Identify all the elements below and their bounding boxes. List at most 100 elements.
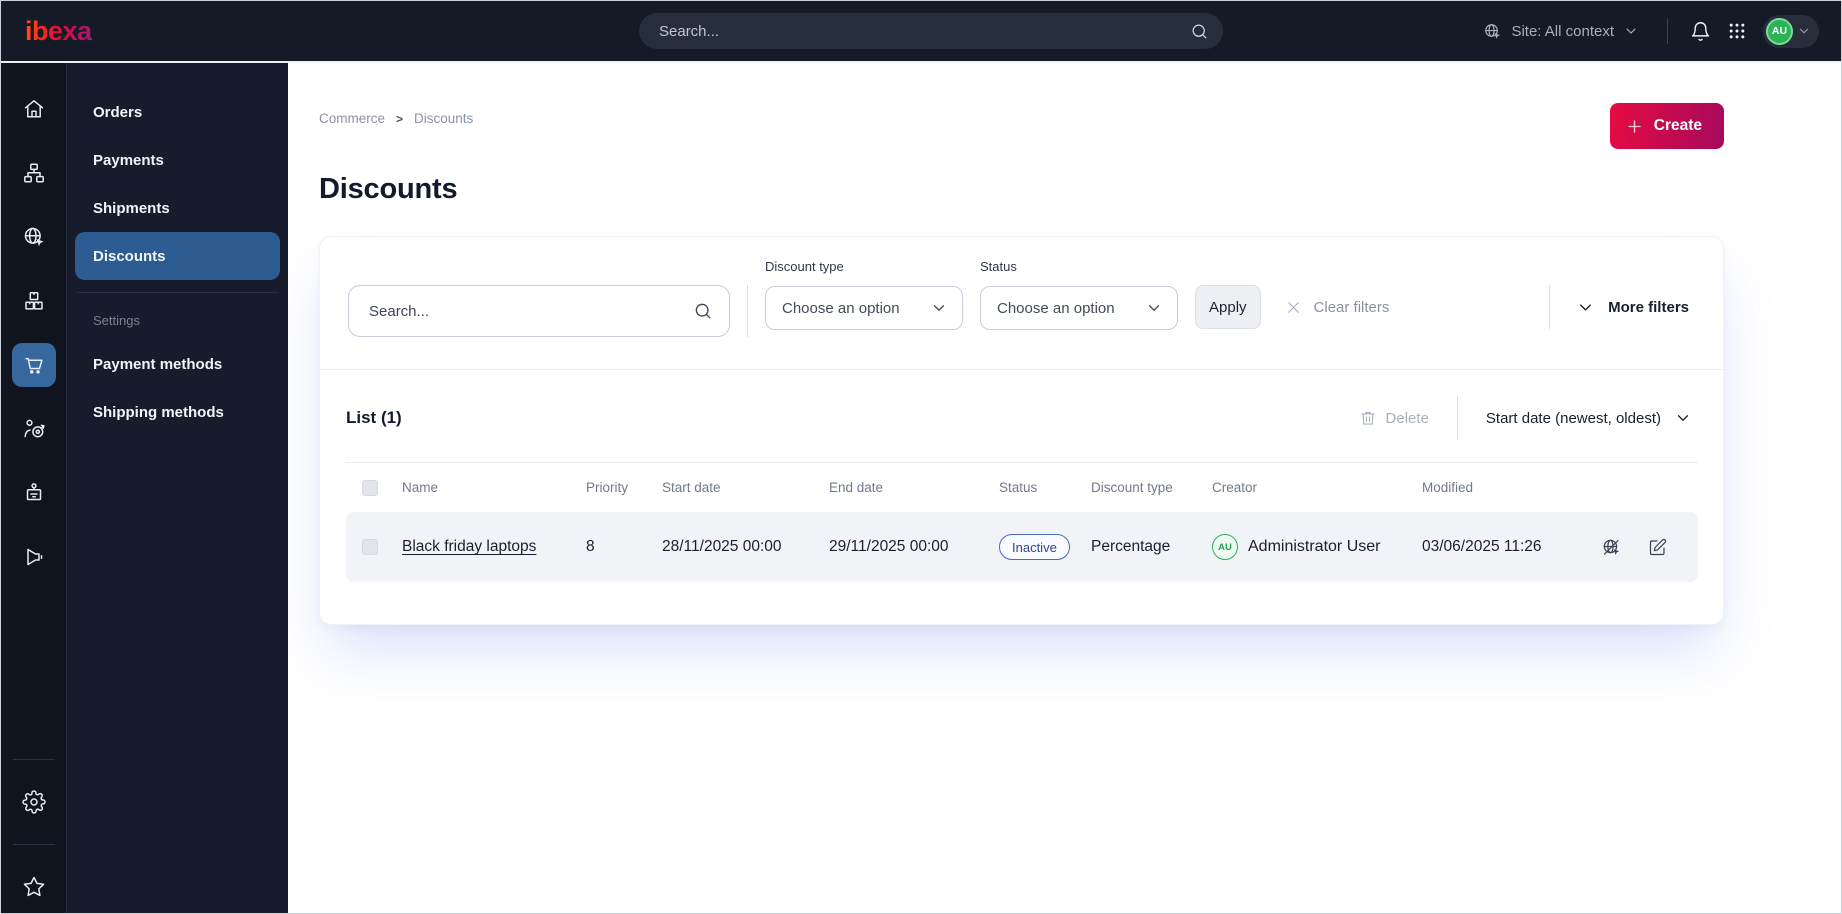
app-window: ibexa Site: All context (0, 0, 1842, 914)
global-search-input[interactable] (657, 21, 1190, 41)
chevron-down-icon (1797, 24, 1811, 38)
table-row: Black friday laptops 8 28/11/2025 00:00 … (346, 512, 1698, 582)
gear-icon (21, 790, 46, 814)
start-date-cell: 28/11/2025 00:00 (662, 538, 782, 555)
menu-item-shipments[interactable]: Shipments (75, 184, 280, 232)
menu-section-label: Settings (93, 313, 140, 328)
sitemap-icon (22, 161, 46, 185)
breadcrumb: Commerce > Discounts (319, 103, 473, 126)
sidebar-item-recruitment[interactable] (12, 471, 56, 515)
modified-cell: 03/06/2025 11:26 (1422, 538, 1542, 555)
clear-filters-label: Clear filters (1313, 298, 1390, 316)
column-header-end-date: End date (829, 480, 884, 495)
list-title: List (1) (346, 408, 402, 427)
filter-divider (747, 285, 748, 337)
customer-target-icon (22, 417, 46, 441)
clear-filters-button[interactable]: Clear filters (1278, 285, 1396, 329)
status-value: Choose an option (997, 299, 1115, 317)
ibexa-logo[interactable]: ibexa (25, 16, 92, 47)
list-actions: Delete Start date (newest, oldest) (1353, 396, 1698, 440)
topbar: ibexa Site: All context (1, 1, 1841, 63)
filters-right: More filters (1549, 259, 1695, 329)
breadcrumb-commerce[interactable]: Commerce (319, 111, 385, 126)
list-section: List (1) Delete Start date (newest, olde… (320, 370, 1723, 624)
sidebar-item-commerce[interactable] (11, 343, 56, 387)
select-all-checkbox[interactable] (362, 479, 378, 496)
product-boxes-icon (22, 289, 46, 313)
filter-search-input[interactable] (367, 301, 693, 321)
discount-type-filter-group: Discount type Choose an option (765, 259, 963, 330)
site-context-switcher[interactable]: Site: All context (1477, 21, 1645, 42)
globe-cursor-icon (22, 225, 46, 249)
priority-cell: 8 (586, 538, 595, 555)
list-divider (1456, 396, 1458, 440)
column-header-creator: Creator (1212, 480, 1258, 495)
notifications-button[interactable] (1690, 21, 1711, 42)
sort-label: Start date (newest, oldest) (1485, 409, 1661, 427)
sidebar-item-marketing[interactable] (12, 535, 56, 579)
column-header-name: Name (402, 480, 439, 495)
delete-button[interactable]: Delete (1353, 408, 1435, 428)
column-header-priority: Priority (586, 480, 629, 495)
commerce-menu-panel: Orders Payments Shipments Discounts Sett… (67, 63, 288, 913)
filter-divider (1549, 285, 1551, 329)
creator-name: Administrator User (1248, 538, 1381, 555)
user-menu[interactable]: AU (1763, 14, 1819, 48)
sidebar-item-content[interactable] (12, 151, 56, 195)
site-preview-disabled-button[interactable] (1601, 537, 1622, 558)
status-select[interactable]: Choose an option (980, 286, 1178, 330)
globe-slash-icon (1601, 537, 1622, 558)
discount-type-value: Choose an option (782, 299, 900, 317)
delete-button-label: Delete (1385, 409, 1429, 427)
global-search[interactable] (639, 13, 1223, 49)
menu-item-orders[interactable]: Orders (75, 88, 280, 136)
app-grid-button[interactable] (1727, 21, 1747, 41)
apply-button[interactable]: Apply (1195, 285, 1261, 329)
create-button[interactable]: Create (1609, 103, 1724, 149)
topbar-divider (1667, 18, 1668, 44)
page-header-row: Commerce > Discounts Create (319, 103, 1724, 149)
bell-icon (1690, 21, 1711, 42)
sidebar-item-settings[interactable] (12, 780, 56, 824)
menu-item-payments[interactable]: Payments (75, 136, 280, 184)
chevron-down-icon (930, 299, 948, 317)
filter-search[interactable] (348, 285, 730, 337)
sidebar-item-products[interactable] (12, 279, 56, 323)
discount-type-cell: Percentage (1091, 538, 1171, 555)
discount-type-select[interactable]: Choose an option (765, 286, 963, 330)
globe-cursor-icon (1483, 22, 1502, 41)
trash-icon (1359, 409, 1377, 427)
search-icon (1190, 22, 1209, 41)
edit-button[interactable] (1647, 537, 1668, 558)
status-label: Status (980, 259, 1017, 274)
discounts-table: Name Priority Start date End date Status… (346, 462, 1698, 582)
sidebar-item-customers[interactable] (12, 407, 56, 451)
menu-item-shipping-methods[interactable]: Shipping methods (75, 388, 280, 436)
chevron-down-icon (1145, 299, 1163, 317)
rail-divider (12, 844, 55, 845)
edit-icon (1647, 537, 1668, 558)
topbar-right-cluster: Site: All context AU (1477, 14, 1819, 48)
column-header-status: Status (999, 480, 1038, 495)
end-date-cell: 29/11/2025 00:00 (829, 538, 949, 555)
star-icon (22, 875, 46, 899)
chevron-down-icon (1576, 298, 1595, 317)
menu-item-payment-methods[interactable]: Payment methods (75, 340, 280, 388)
row-actions (1592, 537, 1698, 558)
breadcrumb-separator: > (396, 111, 404, 126)
more-filters-label: More filters (1608, 298, 1689, 316)
close-icon (1284, 298, 1303, 317)
home-icon (22, 97, 46, 121)
row-checkbox[interactable] (362, 539, 378, 555)
sidebar-item-dashboard[interactable] (12, 87, 56, 131)
sidebar-item-site-context[interactable] (12, 215, 56, 259)
status-filter-group: Status Choose an option (980, 259, 1178, 330)
status-badge: Inactive (999, 534, 1070, 560)
sort-dropdown[interactable]: Start date (newest, oldest) (1480, 408, 1698, 428)
discount-name-link[interactable]: Black friday laptops (402, 538, 536, 555)
menu-item-discounts[interactable]: Discounts (75, 232, 280, 280)
more-filters-button[interactable]: More filters (1570, 285, 1695, 329)
main-sidebar-rail (1, 63, 67, 913)
filters-bar: Discount type Choose an option Status Ch… (320, 237, 1723, 370)
sidebar-item-favorites[interactable] (12, 865, 56, 909)
